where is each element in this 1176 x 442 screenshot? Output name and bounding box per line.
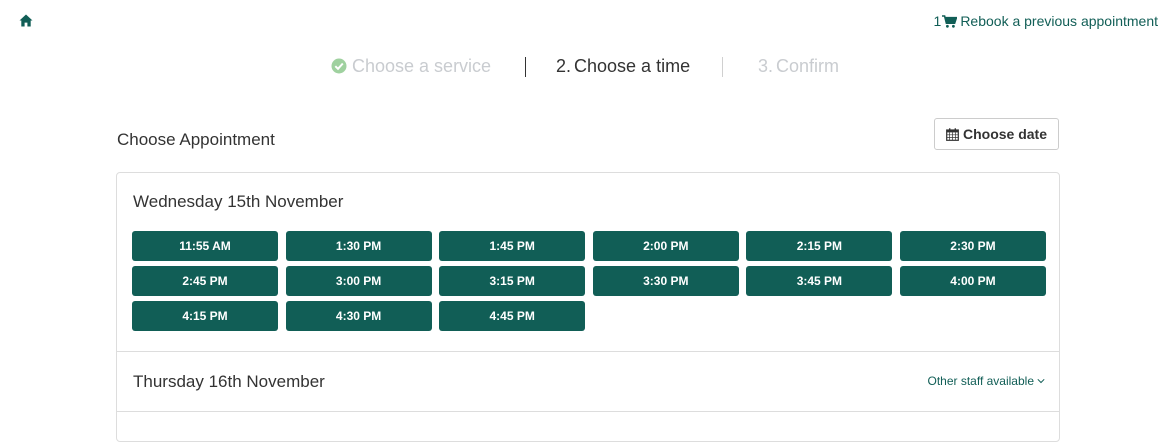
other-staff-toggle[interactable]: Other staff available	[927, 374, 1045, 388]
time-slot-button[interactable]: 3:00 PM	[285, 266, 432, 296]
step-label: Confirm	[776, 56, 840, 76]
step-divider	[525, 57, 526, 77]
time-slot-button[interactable]: 4:15 PM	[132, 301, 278, 331]
time-slot-button[interactable]: 2:30 PM	[899, 231, 1046, 261]
time-slot-button[interactable]: 3:15 PM	[439, 266, 586, 296]
time-slot-button[interactable]: 4:00 PM	[899, 266, 1046, 296]
time-slot-button[interactable]: 2:45 PM	[132, 266, 278, 296]
booking-steps: Choose a service 2. Choose a time 3. Con…	[0, 55, 1176, 79]
step-label: Choose a service	[352, 56, 492, 76]
cart-icon	[942, 14, 958, 28]
time-slot-button[interactable]: 4:30 PM	[285, 301, 432, 331]
chevron-down-icon	[1037, 378, 1045, 384]
step-divider	[722, 57, 723, 77]
day-divider	[117, 411, 1059, 412]
step-number: 2.	[556, 56, 572, 76]
appointments-panel: Wednesday 15th November 11:55 AM 1:30 PM…	[116, 172, 1060, 442]
page-title: Choose Appointment	[117, 130, 275, 149]
day-title: Wednesday 15th November	[133, 192, 344, 211]
day-title[interactable]: Thursday 16th November	[133, 372, 325, 392]
step-choose-service[interactable]: Choose a service	[331, 55, 491, 77]
time-slot-button[interactable]: 3:45 PM	[746, 266, 893, 296]
day-divider	[117, 351, 1059, 352]
choose-date-button[interactable]: Choose date	[934, 118, 1059, 150]
time-slot-button[interactable]: 4:45 PM	[439, 301, 586, 331]
time-slot-button[interactable]: 1:45 PM	[439, 231, 586, 261]
rebook-link[interactable]: 1 Rebook a previous appointment	[934, 13, 1158, 29]
rebook-label: Rebook a previous appointment	[960, 13, 1158, 29]
home-icon[interactable]	[19, 14, 33, 27]
step-confirm: 3. Confirm	[758, 55, 839, 77]
time-slot-button[interactable]: 3:30 PM	[592, 266, 739, 296]
step-label: Choose a time	[574, 56, 691, 76]
check-circle-icon	[331, 58, 347, 74]
step-number: 3.	[758, 56, 774, 76]
time-slot-button[interactable]: 2:15 PM	[746, 231, 893, 261]
time-slots: 11:55 AM 1:30 PM 1:45 PM 2:00 PM 2:15 PM…	[132, 231, 1046, 331]
calendar-icon	[946, 127, 959, 141]
cart-count: 1	[933, 13, 942, 29]
time-slot-button[interactable]: 11:55 AM	[132, 231, 278, 261]
other-staff-label: Other staff available	[927, 374, 1034, 388]
time-slot-button[interactable]: 2:00 PM	[592, 231, 739, 261]
time-slot-button[interactable]: 1:30 PM	[285, 231, 432, 261]
step-choose-time: 2. Choose a time	[556, 55, 690, 77]
choose-date-label: Choose date	[962, 126, 1047, 142]
